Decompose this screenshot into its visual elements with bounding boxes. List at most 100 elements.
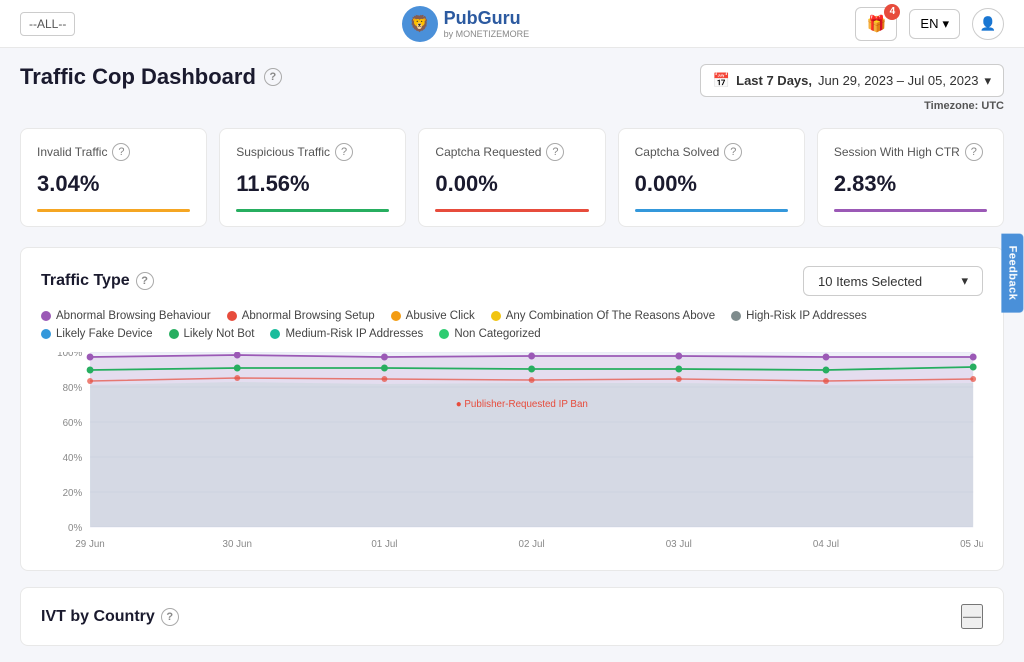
legend-label: Any Combination Of The Reasons Above <box>506 310 715 322</box>
stat-card-captcha-requested: Captcha Requested ? 0.00% <box>418 128 605 227</box>
legend-label: Medium-Risk IP Addresses <box>285 328 423 340</box>
page-header: Traffic Cop Dashboard ? 📅 Last 7 Days, J… <box>20 64 1004 112</box>
svg-text:100%: 100% <box>57 352 82 359</box>
stat-help-icon[interactable]: ? <box>112 143 130 161</box>
page-title-block: Traffic Cop Dashboard ? <box>20 64 282 90</box>
logo-icon: 🦁 <box>402 6 438 42</box>
stat-title: Captcha Requested ? <box>435 143 588 161</box>
stat-card-suspicious-traffic: Suspicious Traffic ? 11.56% <box>219 128 406 227</box>
svg-text:40%: 40% <box>63 453 83 464</box>
legend-item-abusive-click: Abusive Click <box>391 310 475 322</box>
svg-text:0%: 0% <box>68 523 82 534</box>
legend-item-non-categorized: Non Categorized <box>439 328 540 340</box>
stat-card-invalid-traffic: Invalid Traffic ? 3.04% <box>20 128 207 227</box>
svg-text:04 Jul: 04 Jul <box>813 539 839 550</box>
language-button[interactable]: EN ▾ <box>909 9 960 39</box>
stat-bar <box>236 209 389 212</box>
date-range-value: Jun 29, 2023 – Jul 05, 2023 <box>818 73 978 88</box>
stat-help-icon[interactable]: ? <box>965 143 983 161</box>
legend-item-likely-fake-device: Likely Fake Device <box>41 328 153 340</box>
user-avatar-button[interactable]: 👤 <box>972 8 1004 40</box>
legend-dot <box>227 311 237 321</box>
all-dropdown[interactable]: --ALL-- <box>20 12 75 36</box>
date-range-button[interactable]: 📅 Last 7 Days, Jun 29, 2023 – Jul 05, 20… <box>700 64 1004 97</box>
legend-item-medium-risk-ip: Medium-Risk IP Addresses <box>270 328 423 340</box>
traffic-type-section: Traffic Type ? 10 Items Selected ▾ Abnor… <box>20 247 1004 571</box>
traffic-type-chart: 100% 80% 60% 40% 20% 0% <box>41 352 983 552</box>
legend-label: Non Categorized <box>454 328 540 340</box>
section-title: Traffic Type ? <box>41 272 154 290</box>
stat-title: Session With High CTR ? <box>834 143 987 161</box>
legend-item-abnormal-browsing-setup: Abnormal Browsing Setup <box>227 310 375 322</box>
stat-bar <box>37 209 190 212</box>
stat-help-icon[interactable]: ? <box>546 143 564 161</box>
stat-bar <box>834 209 987 212</box>
legend-dot <box>391 311 401 321</box>
svg-text:01 Jul: 01 Jul <box>371 539 397 550</box>
stat-help-icon[interactable]: ? <box>724 143 742 161</box>
page-title: Traffic Cop Dashboard <box>20 64 256 90</box>
logo-name: PubGuru <box>444 8 530 29</box>
notification-badge: 4 <box>884 4 900 20</box>
date-range-block: 📅 Last 7 Days, Jun 29, 2023 – Jul 05, 20… <box>700 64 1004 112</box>
stat-card-session-high-ctr: Session With High CTR ? 2.83% <box>817 128 1004 227</box>
legend-label: Abusive Click <box>406 310 475 322</box>
stat-title: Invalid Traffic ? <box>37 143 190 161</box>
header-right: 🎁 4 EN ▾ 👤 <box>855 7 1004 41</box>
timezone-value: UTC <box>981 100 1004 112</box>
svg-text:02 Jul: 02 Jul <box>519 539 545 550</box>
stat-help-icon[interactable]: ? <box>335 143 353 161</box>
legend-label: Abnormal Browsing Behaviour <box>56 310 211 322</box>
legend-label: Likely Not Bot <box>184 328 255 340</box>
svg-text:05 Jul: 05 Jul <box>960 539 983 550</box>
chart-svg: 100% 80% 60% 40% 20% 0% <box>41 352 983 552</box>
stat-value: 11.56% <box>236 171 389 197</box>
stat-value: 0.00% <box>635 171 788 197</box>
legend-label: Likely Fake Device <box>56 328 153 340</box>
stat-bar <box>435 209 588 212</box>
header-left: --ALL-- <box>20 12 75 36</box>
legend-item-abnormal-browsing-behaviour: Abnormal Browsing Behaviour <box>41 310 211 322</box>
ivt-header: IVT by Country ? — <box>41 604 983 629</box>
stat-value: 3.04% <box>37 171 190 197</box>
legend-item-likely-not-bot: Likely Not Bot <box>169 328 255 340</box>
stats-cards: Invalid Traffic ? 3.04% Suspicious Traff… <box>20 128 1004 227</box>
stat-card-captcha-solved: Captcha Solved ? 0.00% <box>618 128 805 227</box>
ivt-help-icon[interactable]: ? <box>161 608 179 626</box>
gift-button[interactable]: 🎁 4 <box>855 7 897 41</box>
legend-dot <box>169 329 179 339</box>
chart-legend: Abnormal Browsing Behaviour Abnormal Bro… <box>41 310 983 340</box>
collapse-icon: — <box>963 606 981 626</box>
collapse-button[interactable]: — <box>961 604 983 629</box>
stat-value: 2.83% <box>834 171 987 197</box>
section-help-icon[interactable]: ? <box>136 272 154 290</box>
legend-dot <box>41 311 51 321</box>
language-label: EN <box>920 16 938 31</box>
svg-text:30 Jun: 30 Jun <box>223 539 252 550</box>
legend-dot <box>270 329 280 339</box>
items-selected-dropdown[interactable]: 10 Items Selected ▾ <box>803 266 983 296</box>
dropdown-chevron-icon: ▾ <box>961 273 968 289</box>
date-chevron-icon: ▾ <box>984 73 991 89</box>
svg-text:80%: 80% <box>63 383 83 394</box>
stat-title: Suspicious Traffic ? <box>236 143 389 161</box>
svg-text:20%: 20% <box>63 488 83 499</box>
svg-text:● Publisher-Requested IP Ban: ● Publisher-Requested IP Ban <box>456 399 588 410</box>
legend-item-any-combination: Any Combination Of The Reasons Above <box>491 310 715 322</box>
ivt-section: IVT by Country ? — <box>20 587 1004 646</box>
header: --ALL-- 🦁 PubGuru by MONETIZEMORE 🎁 4 EN… <box>0 0 1024 48</box>
header-logo: 🦁 PubGuru by MONETIZEMORE <box>402 6 530 42</box>
stat-title: Captcha Solved ? <box>635 143 788 161</box>
legend-dot <box>491 311 501 321</box>
legend-dot <box>41 329 51 339</box>
section-header: Traffic Type ? 10 Items Selected ▾ <box>41 266 983 296</box>
feedback-tab[interactable]: Feedback <box>1002 234 1024 313</box>
stat-value: 0.00% <box>435 171 588 197</box>
legend-dot <box>439 329 449 339</box>
svg-text:03 Jul: 03 Jul <box>666 539 692 550</box>
items-selected-label: 10 Items Selected <box>818 274 922 289</box>
ivt-title: IVT by Country ? <box>41 608 179 626</box>
title-help-icon[interactable]: ? <box>264 68 282 86</box>
svg-text:60%: 60% <box>63 418 83 429</box>
main-content: Traffic Cop Dashboard ? 📅 Last 7 Days, J… <box>0 48 1024 662</box>
